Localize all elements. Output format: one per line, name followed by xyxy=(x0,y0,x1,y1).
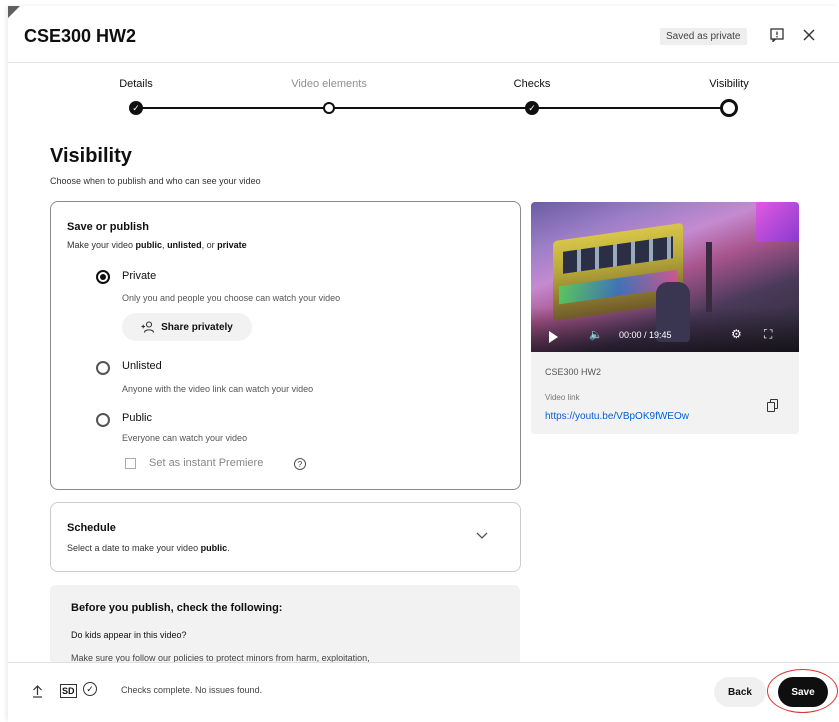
save-or-publish-card: Save or publish Make your video public, … xyxy=(50,201,521,490)
video-link[interactable]: https://youtu.be/VBpOK9fWEOw xyxy=(545,411,689,422)
volume-icon[interactable]: 🔈 xyxy=(589,328,603,341)
step-checks-check-icon[interactable]: ✓ xyxy=(525,101,539,115)
step-visibility-dot[interactable] xyxy=(720,99,738,117)
dialog-title: CSE300 HW2 xyxy=(24,26,137,46)
play-icon[interactable] xyxy=(549,331,558,343)
checklist-text: Make sure you follow our policies to pro… xyxy=(71,653,370,662)
schedule-card[interactable]: Schedule Select a date to make your vide… xyxy=(50,502,521,572)
public-label[interactable]: Public xyxy=(122,412,152,424)
unlisted-description: Anyone with the video link can watch you… xyxy=(122,384,314,394)
visibility-subtitle: Choose when to publish and who can see y… xyxy=(50,176,261,186)
thumbnail-sign xyxy=(756,202,799,242)
private-label[interactable]: Private xyxy=(122,270,156,282)
private-description: Only you and people you choose can watch… xyxy=(122,293,341,303)
checks-complete-icon: ✓ xyxy=(83,682,97,696)
save-publish-title: Save or publish xyxy=(67,221,149,233)
settings-gear-icon[interactable]: ⚙ xyxy=(731,327,742,341)
private-radio[interactable] xyxy=(96,270,110,284)
save-publish-subtitle: Make your video public, unlisted, or pri… xyxy=(67,240,247,250)
fullscreen-icon[interactable]: ⛶ xyxy=(764,327,772,342)
checklist-title: Before you publish, check the following: xyxy=(71,602,283,614)
back-button[interactable]: Back xyxy=(714,677,766,707)
saved-status-chip: Saved as private xyxy=(660,28,747,45)
header-divider xyxy=(8,62,839,63)
dialog-footer: SD ✓ Checks complete. No issues found. B… xyxy=(8,662,839,722)
public-description: Everyone can watch your video xyxy=(122,433,248,443)
checklist-question: Do kids appear in this video? xyxy=(71,630,187,640)
video-link-label: Video link xyxy=(545,393,580,402)
step-visibility-label[interactable]: Visibility xyxy=(709,78,749,90)
copy-icon[interactable] xyxy=(767,399,778,412)
share-privately-label: Share privately xyxy=(161,321,233,333)
help-icon[interactable]: ? xyxy=(294,458,306,470)
video-preview-card: 🔈 00:00 / 19:45 ⚙ ⛶ CSE300 HW2 Video lin… xyxy=(531,202,799,434)
step-video-elements-label[interactable]: Video elements xyxy=(291,78,367,90)
upload-stepper: Details Video elements Checks Visibility… xyxy=(0,74,839,124)
public-radio[interactable] xyxy=(96,413,110,427)
dialog-content: CSE300 HW2 Saved as private Details Vide… xyxy=(0,0,839,662)
playback-time: 00:00 / 19:45 xyxy=(619,330,672,340)
visibility-heading: Visibility xyxy=(50,145,132,167)
schedule-title: Schedule xyxy=(67,522,116,534)
step-details-check-icon[interactable]: ✓ xyxy=(129,101,143,115)
share-privately-button[interactable]: Share privately xyxy=(122,313,252,341)
save-button[interactable]: Save xyxy=(778,677,828,707)
sd-badge-icon: SD xyxy=(60,684,77,698)
dialog-header: CSE300 HW2 Saved as private xyxy=(24,22,824,52)
video-name: CSE300 HW2 xyxy=(545,367,602,377)
checks-status: Checks complete. No issues found. xyxy=(121,685,263,695)
schedule-subtitle: Select a date to make your video public. xyxy=(67,543,230,553)
instant-premiere-checkbox[interactable] xyxy=(125,458,136,469)
chevron-down-icon[interactable] xyxy=(476,529,488,543)
unlisted-radio[interactable] xyxy=(96,361,110,375)
close-icon[interactable] xyxy=(798,24,820,46)
share-people-icon xyxy=(141,321,155,333)
video-thumbnail[interactable]: 🔈 00:00 / 19:45 ⚙ ⛶ xyxy=(531,202,799,352)
feedback-icon[interactable] xyxy=(766,24,788,46)
thumbnail-palm xyxy=(706,242,712,312)
step-checks-label[interactable]: Checks xyxy=(514,78,551,90)
instant-premiere-label: Set as instant Premiere xyxy=(149,457,264,469)
stepper-track xyxy=(136,107,729,109)
unlisted-label[interactable]: Unlisted xyxy=(122,360,162,372)
upload-icon xyxy=(32,685,43,701)
pre-publish-checklist: Before you publish, check the following:… xyxy=(50,585,520,662)
player-controls: 🔈 00:00 / 19:45 ⚙ ⛶ xyxy=(531,324,799,348)
step-details-label[interactable]: Details xyxy=(119,78,153,90)
step-video-elements-dot[interactable] xyxy=(323,102,335,114)
